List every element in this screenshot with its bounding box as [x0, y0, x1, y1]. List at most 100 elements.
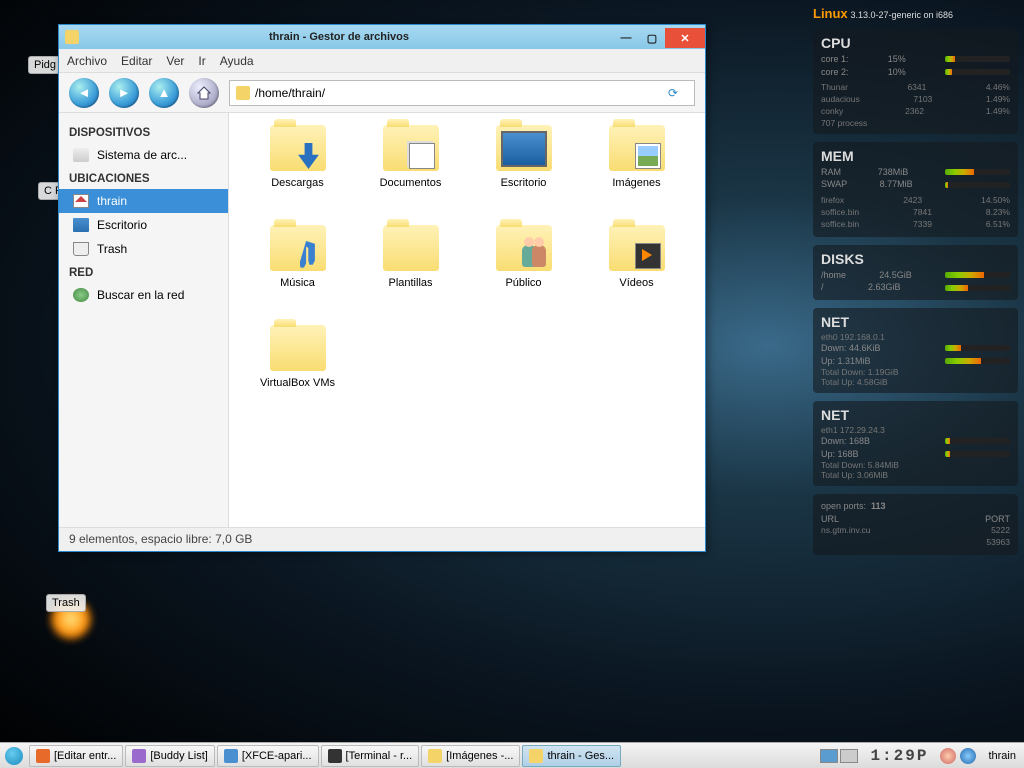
sidebar-devices-header: DISPOSITIVOS [59, 121, 228, 143]
people-icon [522, 245, 548, 271]
tray-icon[interactable] [960, 748, 976, 764]
taskbar-item[interactable]: thrain - Ges... [522, 745, 621, 767]
taskbar-item-label: [Terminal - r... [346, 750, 413, 762]
folder-plantillas[interactable]: Plantillas [354, 225, 467, 325]
img-icon [635, 143, 661, 169]
screen-icon [501, 131, 547, 167]
desktop-icon-trash[interactable]: Trash [46, 594, 86, 612]
folder-virtualbox-vms[interactable]: VirtualBox VMs [241, 325, 354, 425]
network-icon [73, 288, 89, 302]
applications-menu-button[interactable] [0, 744, 28, 768]
folder-icon [270, 125, 326, 171]
conky-cpu-block: CPU core 1:15% core 2:10% Thunar63414.46… [813, 29, 1018, 134]
taskbar-item[interactable]: [Buddy List] [125, 745, 214, 767]
folder-icon [609, 225, 665, 271]
taskbar-item-label: [Imágenes -... [446, 750, 513, 762]
app-icon [224, 749, 238, 763]
sidebar-item-trash[interactable]: Trash [59, 237, 228, 261]
minimize-button[interactable]: — [613, 28, 639, 48]
sidebar-network-header: RED [59, 261, 228, 283]
folder-documentos[interactable]: Documentos [354, 125, 467, 225]
conky-kernel: 3.13.0-27-generic on i686 [850, 10, 953, 20]
menubar: Archivo Editar Ver Ir Ayuda [59, 49, 705, 73]
menu-archivo[interactable]: Archivo [67, 54, 107, 68]
home-button[interactable] [189, 78, 219, 108]
folder-icon [496, 125, 552, 171]
app-icon [328, 749, 342, 763]
sidebar-item-escritorio[interactable]: Escritorio [59, 213, 228, 237]
taskbar-item-label: [Buddy List] [150, 750, 207, 762]
doc-icon [409, 143, 435, 169]
folder-label: Descargas [271, 177, 324, 189]
forward-button[interactable]: ► [109, 78, 139, 108]
titlebar[interactable]: thrain - Gestor de archivos — ▢ ✕ [59, 25, 705, 49]
dl-icon [296, 143, 322, 169]
workspace-1[interactable] [820, 749, 838, 763]
app-icon [132, 749, 146, 763]
taskbar-item[interactable]: [Imágenes -... [421, 745, 520, 767]
drive-icon [73, 148, 89, 162]
music-icon [300, 241, 322, 269]
menu-ir[interactable]: Ir [198, 54, 205, 68]
close-button[interactable]: ✕ [665, 28, 705, 48]
desktop-icon [73, 218, 89, 232]
up-button[interactable]: ▲ [149, 78, 179, 108]
folder-icon [496, 225, 552, 271]
taskbar: [Editar entr... [Buddy List] [XFCE-apari..… [0, 742, 1024, 768]
taskbar-item-label: [Editar entr... [54, 750, 116, 762]
folder-icon [609, 125, 665, 171]
conky-overlay: Linux 3.13.0-27-generic on i686 CPU core… [813, 6, 1018, 555]
folder-icon [270, 225, 326, 271]
folder-view[interactable]: Descargas Documentos Escritorio Imágenes Mús… [229, 113, 705, 527]
folder-música[interactable]: Música [241, 225, 354, 325]
folder-descargas[interactable]: Descargas [241, 125, 354, 225]
folder-label: VirtualBox VMs [260, 377, 335, 389]
sidebar-item-filesystem[interactable]: Sistema de arc... [59, 143, 228, 167]
menu-editar[interactable]: Editar [121, 54, 152, 68]
folder-icon [383, 225, 439, 271]
taskbar-item-label: thrain - Ges... [547, 750, 614, 762]
folder-label: Música [280, 277, 315, 289]
conky-net1-block: NET eth1 172.29.24.3 Down: 168B Up: 168B… [813, 401, 1018, 486]
app-icon [529, 749, 543, 763]
window-title: thrain - Gestor de archivos [65, 31, 613, 43]
menu-ayuda[interactable]: Ayuda [220, 54, 254, 68]
folder-label: Público [505, 277, 541, 289]
tray-icon[interactable] [940, 748, 956, 764]
conky-ports-block: open ports: 113 URLPORT ns.gtm.inv.cu522… [813, 494, 1018, 555]
conky-mem-block: MEM RAM738MiB SWAP8.77MiB firefox242314.… [813, 142, 1018, 237]
back-button[interactable]: ◄ [69, 78, 99, 108]
sidebar-places-header: UBICACIONES [59, 167, 228, 189]
taskbar-item-label: [XFCE-apari... [242, 750, 312, 762]
path-text: /home/thrain/ [255, 86, 325, 100]
workspace-2[interactable] [840, 749, 858, 763]
toolbar: ◄ ► ▲ /home/thrain/ ⟳ [59, 73, 705, 113]
folder-label: Imágenes [612, 177, 660, 189]
folder-público[interactable]: Público [467, 225, 580, 325]
folder-escritorio[interactable]: Escritorio [467, 125, 580, 225]
app-icon [428, 749, 442, 763]
conky-os: Linux [813, 6, 848, 21]
menu-ver[interactable]: Ver [166, 54, 184, 68]
folder-label: Vídeos [619, 277, 653, 289]
taskbar-item[interactable]: [XFCE-apari... [217, 745, 319, 767]
conky-disks-block: DISKS /home24.5GiB /2.63GiB [813, 245, 1018, 300]
sidebar-item-network[interactable]: Buscar en la red [59, 283, 228, 307]
taskbar-item[interactable]: [Terminal - r... [321, 745, 420, 767]
folder-label: Plantillas [388, 277, 432, 289]
conky-cpu-title: CPU [821, 35, 1010, 51]
folder-vídeos[interactable]: Vídeos [580, 225, 693, 325]
refresh-icon[interactable]: ⟳ [668, 86, 688, 100]
folder-label: Escritorio [501, 177, 547, 189]
workspace-pager [820, 749, 858, 763]
clock[interactable]: 1:29P [862, 747, 936, 765]
maximize-button[interactable]: ▢ [639, 28, 665, 48]
path-bar[interactable]: /home/thrain/ ⟳ [229, 80, 695, 106]
folder-imágenes[interactable]: Imágenes [580, 125, 693, 225]
video-icon [635, 243, 661, 269]
system-tray [936, 748, 980, 764]
user-label[interactable]: thrain [980, 750, 1024, 762]
sidebar-item-thrain[interactable]: thrain [59, 189, 228, 213]
conky-net0-block: NET eth0 192.168.0.1 Down: 44.6KiB Up: 1… [813, 308, 1018, 393]
taskbar-item[interactable]: [Editar entr... [29, 745, 123, 767]
